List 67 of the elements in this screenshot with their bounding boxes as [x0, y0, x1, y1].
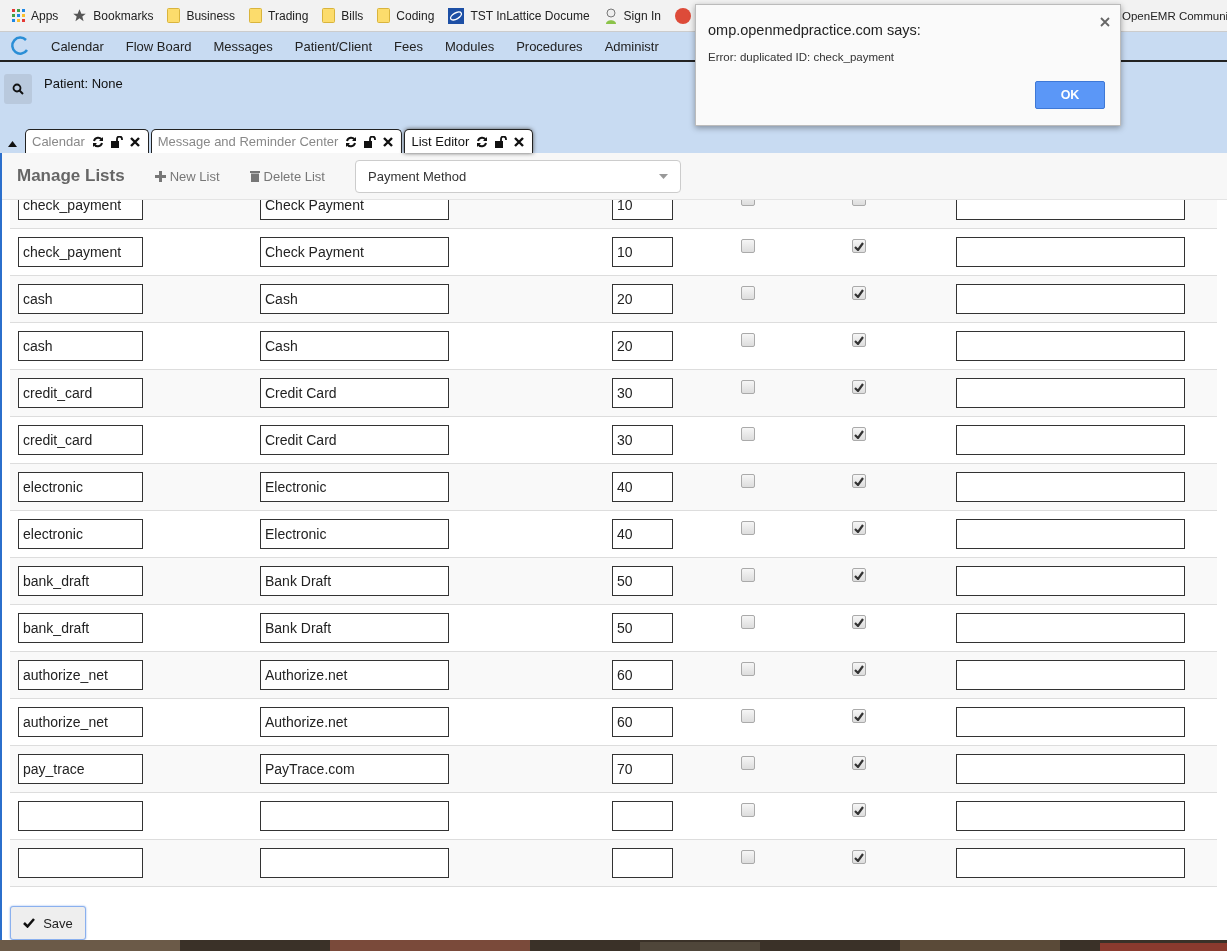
save-button[interactable]: Save — [10, 906, 86, 940]
bookmark-link[interactable]: Bookmarks — [93, 8, 154, 23]
title-field[interactable]: Authorize.net — [260, 660, 449, 690]
tab[interactable]: List Editor — [404, 129, 534, 153]
id-field[interactable]: bank_draft — [18, 566, 143, 596]
order-field[interactable]: 60 — [612, 707, 673, 737]
menu-item[interactable]: Patient/Client — [283, 38, 384, 54]
menu-item[interactable]: Messages — [202, 38, 284, 54]
id-field[interactable]: electronic — [18, 472, 143, 502]
tab[interactable]: Message and Reminder Center — [150, 129, 403, 153]
title-field[interactable]: Check Payment — [260, 200, 449, 220]
menu-item[interactable]: Modules — [434, 38, 506, 54]
id-field[interactable]: cash — [18, 331, 143, 361]
bookmark-link[interactable]: Trading — [268, 8, 309, 23]
bookmark-link[interactable]: Coding — [396, 8, 435, 23]
order-field[interactable]: 10 — [612, 200, 673, 220]
title-field[interactable]: Electronic — [260, 472, 449, 502]
page-title: Manage Lists — [17, 166, 125, 186]
id-field[interactable]: check_payment — [18, 237, 143, 267]
order-field[interactable]: 60 — [612, 660, 673, 690]
order-field[interactable]: 40 — [612, 519, 673, 549]
menu-item[interactable]: Administr — [593, 38, 670, 54]
bookmark-link[interactable]: TST InLattice Docume — [470, 8, 590, 23]
title-field[interactable]: Cash — [260, 331, 449, 361]
id-field[interactable]: electronic — [18, 519, 143, 549]
order-field[interactable]: 70 — [612, 754, 673, 784]
bookmark-link[interactable]: Business — [186, 8, 236, 23]
menu-item[interactable]: Fees — [383, 38, 434, 54]
title-field[interactable]: Cash — [260, 284, 449, 314]
toolbar-button[interactable]: Delete List — [249, 168, 325, 184]
bookmark-link[interactable]: Apps — [31, 8, 59, 23]
id-field[interactable]: bank_draft — [18, 613, 143, 643]
dialog-message: Error: duplicated ID: check_payment — [708, 51, 895, 63]
order-field[interactable]: 40 — [612, 472, 673, 502]
id-field[interactable]: credit_card — [18, 378, 143, 408]
patient-label: Patient: None — [44, 76, 123, 91]
title-field[interactable]: Credit Card — [260, 425, 449, 455]
tab[interactable]: Calendar — [25, 129, 149, 153]
bookmark-link[interactable]: Sign In — [623, 8, 661, 23]
list-select[interactable]: Payment Method — [355, 159, 681, 193]
order-field[interactable]: 30 — [612, 425, 673, 455]
title-field[interactable]: Authorize.net — [260, 707, 449, 737]
menu-item[interactable]: Procedures — [505, 38, 594, 54]
bookmark-link[interactable]: OpenEMR Communi — [1122, 9, 1227, 22]
menu-item[interactable]: Calendar — [40, 38, 115, 54]
bookmark-link[interactable]: Bills — [341, 8, 364, 23]
menu-item[interactable]: Flow Board — [114, 38, 203, 54]
title-field[interactable]: PayTrace.com — [260, 754, 449, 784]
order-field[interactable]: 30 — [612, 378, 673, 408]
title-field[interactable]: Check Payment — [260, 237, 449, 267]
id-field[interactable]: authorize_net — [18, 707, 143, 737]
title-field[interactable]: Credit Card — [260, 378, 449, 408]
order-field[interactable]: 20 — [612, 331, 673, 361]
id-field[interactable]: cash — [18, 284, 143, 314]
id-field[interactable]: authorize_net — [18, 660, 143, 690]
title-field[interactable]: Electronic — [260, 519, 449, 549]
title-field[interactable]: Bank Draft — [260, 613, 449, 643]
title-field[interactable]: Bank Draft — [260, 566, 449, 596]
toolbar-button[interactable]: New List — [154, 168, 220, 184]
id-field[interactable]: credit_card — [18, 425, 143, 455]
order-field[interactable]: 10 — [612, 237, 673, 267]
order-field[interactable]: 50 — [612, 566, 673, 596]
id-field[interactable]: pay_trace — [18, 754, 143, 784]
dialog-title: omp.openmedpractice.com says: — [708, 22, 921, 38]
id-field[interactable]: check_payment — [18, 200, 143, 220]
order-field[interactable]: 20 — [612, 284, 673, 314]
order-field[interactable]: 50 — [612, 613, 673, 643]
